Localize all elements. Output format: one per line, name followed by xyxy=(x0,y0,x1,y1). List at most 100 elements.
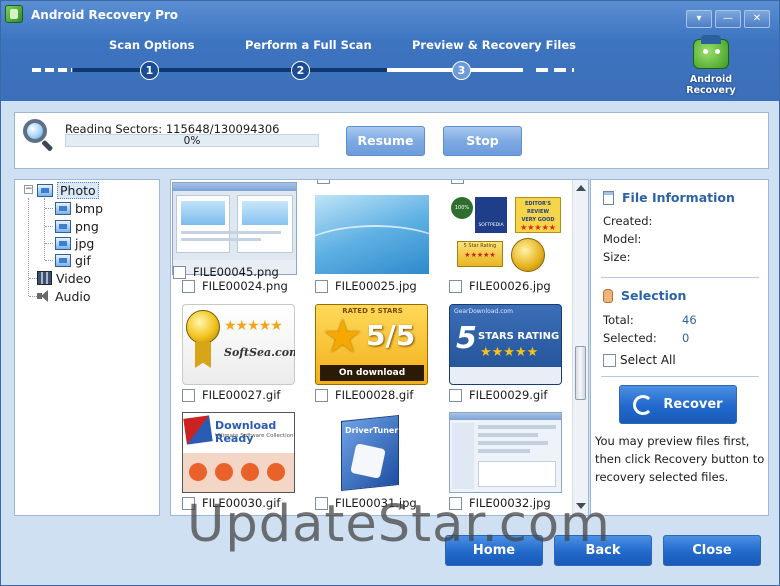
image-icon xyxy=(55,236,71,250)
close-window-button[interactable]: ✕ xyxy=(744,10,770,28)
dropdown-menu-button[interactable]: ▾ xyxy=(686,10,712,28)
logo-line-1: Android xyxy=(689,74,733,85)
file-name-file00031: FILE00031.jpg xyxy=(335,496,417,510)
app-icon xyxy=(5,5,23,23)
back-button[interactable]: Back xyxy=(554,535,652,566)
selected-value: 0 xyxy=(682,331,690,345)
selection-heading: Selection xyxy=(603,288,686,303)
file-thumbnail-file00028[interactable]: RATED 5 STARS ★ 5/5 On download xyxy=(315,304,428,385)
gear-icon xyxy=(350,443,386,479)
file-name: FILE00045.png xyxy=(193,265,279,279)
scroll-down-arrow-icon[interactable] xyxy=(576,503,586,509)
image-icon xyxy=(55,219,71,233)
home-button[interactable]: Home xyxy=(445,535,543,566)
info-selection-panel: File Information Created: Model: Size: S… xyxy=(590,179,769,516)
recovery-hint-text: You may preview files first, then click … xyxy=(595,434,765,484)
partial-checkbox[interactable] xyxy=(451,180,464,184)
file-name-file00024: FILE00024.png xyxy=(202,279,288,293)
total-value: 46 xyxy=(682,313,697,327)
video-film-icon xyxy=(37,271,52,285)
medal-icon xyxy=(186,310,220,344)
file-checkbox-file00032[interactable] xyxy=(449,496,462,510)
file-thumbnail-file00030[interactable]: Download Ready Ultimate Software Collect… xyxy=(182,412,295,493)
file-thumbnail-file00029[interactable]: GearDownload.com 5 STARS RATING ★★★★★ xyxy=(449,304,562,385)
scan-progress-panel: Reading Sectors: 115648/130094306 0% Res… xyxy=(14,112,769,169)
file-name-file00029: FILE00029.gif xyxy=(469,388,548,402)
file-name-file00032: FILE00032.jpg xyxy=(469,496,551,510)
step-1-node: 1 xyxy=(140,61,159,80)
scan-progress-bar: 0% xyxy=(65,134,319,147)
grid-scrollbar[interactable] xyxy=(572,180,588,515)
tree-item-bmp[interactable]: bmp xyxy=(55,200,103,216)
file-name-file00028: FILE00028.gif xyxy=(335,388,414,402)
tree-item-video-label: Video xyxy=(56,270,92,286)
file-checkbox-file00030[interactable] xyxy=(182,496,195,510)
resume-button[interactable]: Resume xyxy=(346,126,425,156)
tree-item-video[interactable]: Video xyxy=(37,270,91,286)
file-checkbox-file00029[interactable] xyxy=(449,388,462,402)
tree-item-photo[interactable]: Photo xyxy=(37,181,99,199)
select-all-checkbox[interactable] xyxy=(603,353,616,367)
android-recovery-logo: Android Recovery xyxy=(686,35,736,97)
wizard-track-end xyxy=(536,68,574,72)
selected-label: Selected: xyxy=(603,331,657,345)
tree-item-audio-label: Audio xyxy=(55,288,91,304)
file-thumbnail-file00027[interactable]: ★★★★★ SoftSea.com xyxy=(182,304,295,385)
step-3-label: Preview & Recovery Files xyxy=(412,38,577,52)
file-checkbox-file00024[interactable] xyxy=(182,279,195,293)
file-caption-file00032: FILE00032.jpg xyxy=(449,496,551,510)
file-information-heading: File Information xyxy=(603,190,735,205)
scroll-up-arrow-icon[interactable] xyxy=(576,185,586,191)
step-2-label: Perform a Full Scan xyxy=(245,38,372,52)
file-checkbox-file00026[interactable] xyxy=(449,279,462,293)
wizard-track-start xyxy=(32,68,72,72)
logo-line-2: Recovery xyxy=(686,85,736,96)
document-icon xyxy=(603,190,614,205)
file-thumbnail-file00025[interactable] xyxy=(315,195,429,274)
step-3-node: 3 xyxy=(452,61,471,80)
speaker-icon xyxy=(37,290,51,302)
title-bar: Android Recovery Pro ▾ — ✕ Scan Options … xyxy=(1,1,779,101)
file-caption-file00030: FILE00030.gif xyxy=(182,496,280,510)
tree-item-png[interactable]: png xyxy=(55,218,99,234)
file-caption-file00031: FILE00031.jpg xyxy=(315,496,417,510)
step-2-node: 2 xyxy=(291,61,310,80)
total-label: Total: xyxy=(603,313,634,327)
tree-item-gif[interactable]: gif xyxy=(55,252,91,268)
scrollbar-thumb[interactable] xyxy=(575,346,586,400)
recover-button[interactable]: Recover xyxy=(619,385,737,424)
minimize-button[interactable]: — xyxy=(715,10,741,28)
file-checkbox-file00027[interactable] xyxy=(182,388,195,402)
tree-item-gif-label: gif xyxy=(75,252,91,268)
collapse-photo-toggle[interactable]: − xyxy=(24,185,33,194)
file-name-file00027: FILE00027.gif xyxy=(202,388,281,402)
file-caption-file00027: FILE00027.gif xyxy=(182,388,280,402)
file-checkbox[interactable] xyxy=(173,265,186,279)
file-caption-file00024: FILE00024.png xyxy=(182,279,288,293)
tree-item-png-label: png xyxy=(75,218,99,234)
file-caption-file00028: FILE00028.gif xyxy=(315,388,413,402)
file-thumbnail-file00032[interactable] xyxy=(449,412,562,493)
tree-item-audio[interactable]: Audio xyxy=(37,288,91,304)
file-checkbox-file00028[interactable] xyxy=(315,388,328,402)
partial-checkbox[interactable] xyxy=(317,180,330,184)
tree-item-jpg[interactable]: jpg xyxy=(55,235,94,251)
image-icon xyxy=(55,201,71,215)
file-thumbnail-file00026[interactable]: 100% FREE SOFTPEDIA EDITOR'S REVIEW VERY… xyxy=(449,195,563,274)
scan-progress-percent: 0% xyxy=(183,135,201,147)
close-button[interactable]: Close xyxy=(663,535,761,566)
file-caption-file00025: FILE00025.jpg xyxy=(315,279,417,293)
file-checkbox-file00031[interactable] xyxy=(315,496,328,510)
step-1-label: Scan Options xyxy=(109,38,195,52)
magnifier-icon xyxy=(23,119,54,152)
file-thumbnail-file00024[interactable] xyxy=(172,182,297,275)
file-thumbnail-file00031[interactable]: DriverTuner xyxy=(315,412,428,493)
window-title: Android Recovery Pro xyxy=(31,8,179,22)
model-label: Model: xyxy=(603,232,642,246)
photo-folder-icon xyxy=(37,183,53,197)
select-all-option[interactable]: Select All xyxy=(603,353,676,367)
file-checkbox-file00025[interactable] xyxy=(315,279,328,293)
stop-button[interactable]: Stop xyxy=(443,126,522,156)
image-icon xyxy=(55,253,71,267)
box-logo-icon xyxy=(183,415,213,445)
